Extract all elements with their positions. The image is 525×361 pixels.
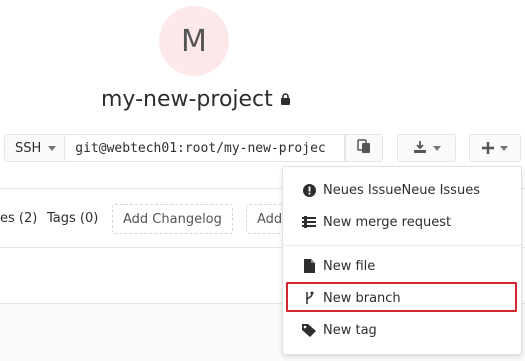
clone-protocol-dropdown[interactable]: SSH [4,134,66,162]
tags-count-link[interactable]: Tags (0) [47,211,98,226]
lock-icon [280,93,290,105]
avatar-letter: M [181,23,207,59]
project-avatar: M [159,6,229,76]
menu-divider [283,245,521,246]
clone-url-text: git@webtech01:root/my-new-projec [75,140,326,156]
new-item-dropdown-button[interactable] [469,134,521,162]
copy-url-button[interactable] [345,134,384,162]
highlight-box [286,282,517,312]
download-button[interactable] [397,134,456,162]
menu-item-label: Neues IssueNeue Issues [323,182,480,198]
menu-item-new-file[interactable]: New file [283,252,521,280]
chevron-down-icon [500,145,508,151]
menu-item-label: New file [323,258,376,274]
clipboard-icon [357,138,371,158]
add-changelog-button[interactable]: Add Changelog [112,204,233,234]
clone-url-group: SSH git@webtech01:root/my-new-projec [4,134,384,162]
merge-request-icon [302,215,316,229]
project-name[interactable]: my-new-project [101,87,273,112]
menu-item-new-issue[interactable]: Neues IssueNeue Issues [283,176,521,204]
exclamation-circle-icon [302,183,316,197]
menu-item-label: New tag [323,322,377,338]
plus-icon [482,139,494,158]
clone-url-input[interactable]: git@webtech01:root/my-new-projec [65,134,346,162]
file-icon [302,259,316,273]
issues-count-link[interactable]: es (2) [0,211,37,226]
menu-item-label: New merge request [323,214,452,230]
menu-item-new-tag[interactable]: New tag [283,316,521,344]
chevron-down-icon [48,145,57,151]
tag-icon [302,323,316,337]
chevron-down-icon [432,145,441,151]
new-item-dropdown-menu: Neues IssueNeue Issues New merge request… [282,166,522,355]
menu-item-new-merge-request[interactable]: New merge request [283,208,521,236]
project-title: my-new-project [101,82,290,116]
clone-protocol-label: SSH [15,140,42,156]
download-icon [413,139,427,158]
